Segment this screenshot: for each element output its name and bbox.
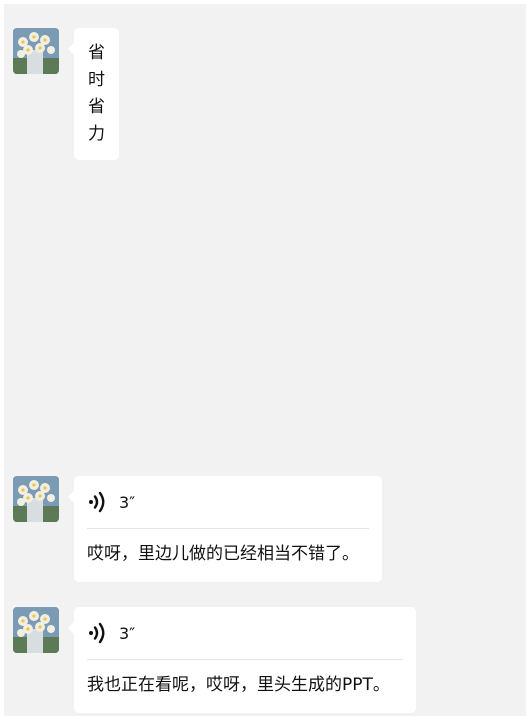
voice-message-bubble[interactable]: 3″ 我也正在看呢，哎呀，里头生成的PPT。 (68, 607, 416, 713)
avatar[interactable] (13, 607, 59, 653)
message-text: 省时省力 (88, 43, 105, 144)
voice-duration: 3″ (119, 492, 136, 512)
voice-play-button[interactable]: 3″ (74, 476, 382, 528)
avatar[interactable] (13, 28, 59, 74)
message-bubble[interactable]: 省时省力 (68, 28, 119, 160)
voice-wave-icon (89, 491, 105, 513)
voice-play-button[interactable]: 3″ (74, 607, 416, 659)
voice-transcript: 我也正在看呢，哎呀，里头生成的PPT。 (87, 675, 390, 695)
voice-transcript: 哎呀，里边儿做的已经相当不错了。 (87, 544, 359, 564)
voice-message-bubble[interactable]: 3″ 哎呀，里边儿做的已经相当不错了。 (68, 476, 382, 582)
chat-area: 省时省力 3″ 哎呀，里边儿做的已经相当不错了。 3″ 我也正在看呢，哎呀，里头… (4, 4, 526, 716)
voice-duration: 3″ (119, 623, 136, 643)
voice-wave-icon (89, 622, 105, 644)
avatar[interactable] (13, 476, 59, 522)
